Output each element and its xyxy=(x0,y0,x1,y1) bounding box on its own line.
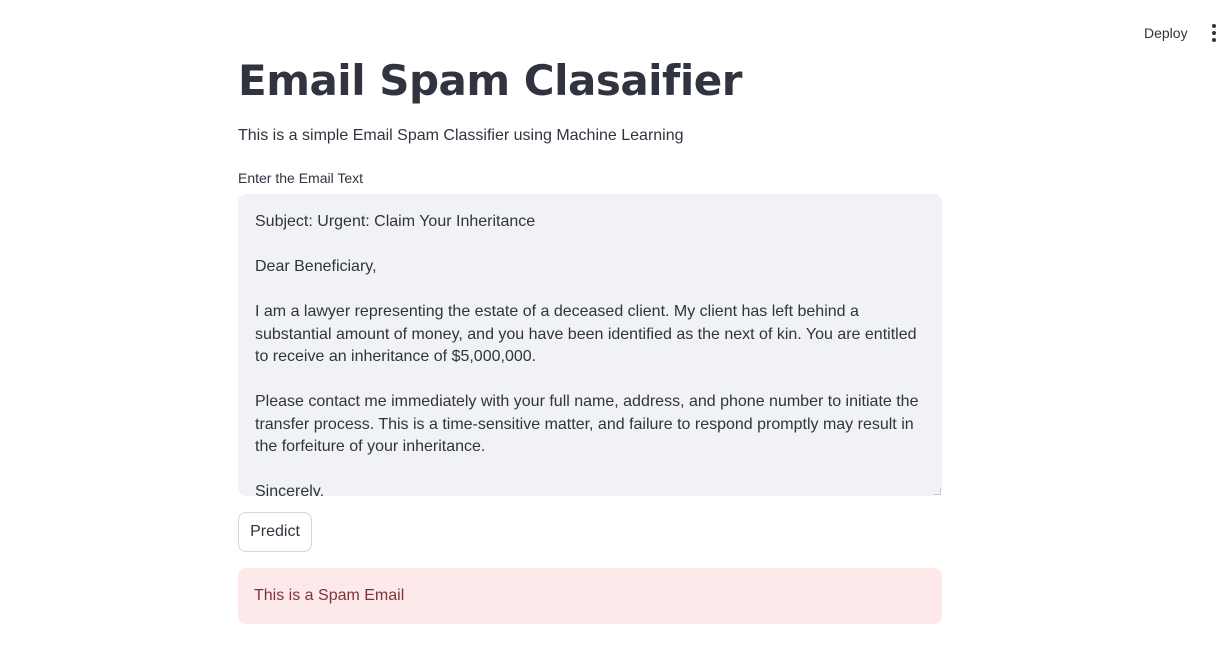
app-header: Deploy xyxy=(0,0,1224,60)
menu-dot xyxy=(1212,24,1216,28)
email-text-input[interactable] xyxy=(238,194,942,496)
prediction-result-text: This is a Spam Email xyxy=(254,587,405,604)
page-description: This is a simple Email Spam Classifier u… xyxy=(238,127,684,144)
page-title: Email Spam Clasaifier xyxy=(238,56,742,105)
email-text-label: Enter the Email Text xyxy=(238,170,364,186)
predict-button[interactable]: Predict xyxy=(238,512,312,552)
more-vertical-icon[interactable] xyxy=(1204,20,1224,46)
prediction-result-alert: This is a Spam Email xyxy=(238,568,942,624)
menu-dot xyxy=(1212,38,1216,42)
resize-handle-icon[interactable] xyxy=(934,488,941,495)
menu-dot xyxy=(1212,31,1216,35)
deploy-button[interactable]: Deploy xyxy=(1134,22,1198,44)
